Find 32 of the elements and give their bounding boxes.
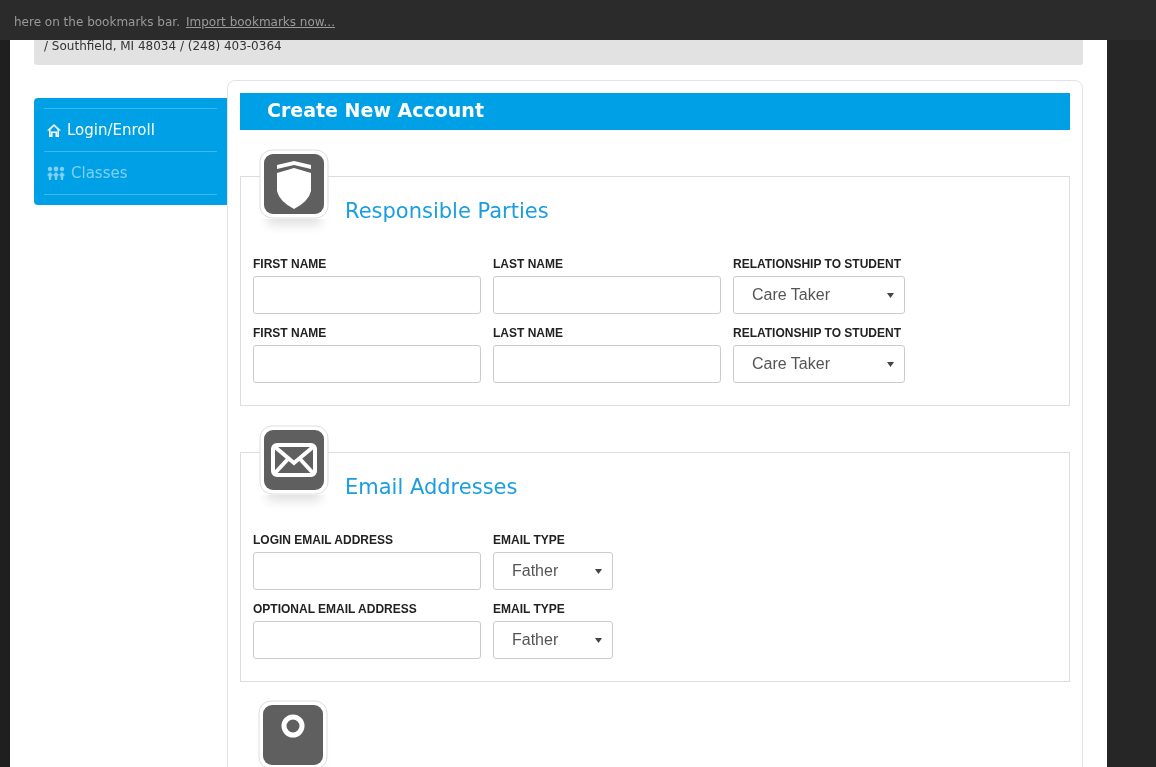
caret-icon: [887, 361, 894, 367]
dropdown[interactable]: Care Taker: [733, 276, 905, 314]
section-heading: Email Addresses: [345, 475, 518, 499]
bookmarks-bar-text: here on the bookmarks bar.: [14, 15, 180, 31]
import-bookmarks-link[interactable]: Import bookmarks now...: [186, 15, 335, 40]
text-field[interactable]: [493, 276, 721, 314]
field-label: RELATIONSHIP TO STUDENT: [733, 257, 902, 271]
section-heading: Responsible Parties: [345, 199, 549, 223]
people-icon: [46, 166, 66, 180]
field-label: OPTIONAL EMAIL ADDRESS: [253, 602, 418, 616]
text-field[interactable]: [253, 345, 481, 383]
field-label: FIRST NAME: [253, 326, 328, 340]
text-field[interactable]: [253, 552, 481, 590]
dropdown[interactable]: Father: [493, 621, 613, 659]
address-text: / Southfield, MI 48034 / (248) 403-0364: [44, 39, 282, 53]
text-field[interactable]: [493, 345, 721, 383]
text-field[interactable]: [253, 276, 481, 314]
caret-icon: [887, 292, 894, 298]
text-field[interactable]: [253, 621, 481, 659]
dropdown[interactable]: Care Taker: [733, 345, 905, 383]
caret-icon: [595, 568, 602, 574]
field-label: FIRST NAME: [253, 257, 328, 271]
field-label: EMAIL TYPE: [493, 602, 566, 616]
dropdown[interactable]: Father: [493, 552, 613, 590]
field-label: EMAIL TYPE: [493, 533, 566, 547]
field-label: RELATIONSHIP TO STUDENT: [733, 326, 902, 340]
field-label: LAST NAME: [493, 326, 564, 340]
home-icon: [46, 122, 62, 138]
caret-icon: [595, 637, 602, 643]
field-label: LAST NAME: [493, 257, 564, 271]
field-label: LOGIN EMAIL ADDRESS: [253, 533, 394, 547]
form-title-bar: Create New Account: [240, 93, 1070, 130]
